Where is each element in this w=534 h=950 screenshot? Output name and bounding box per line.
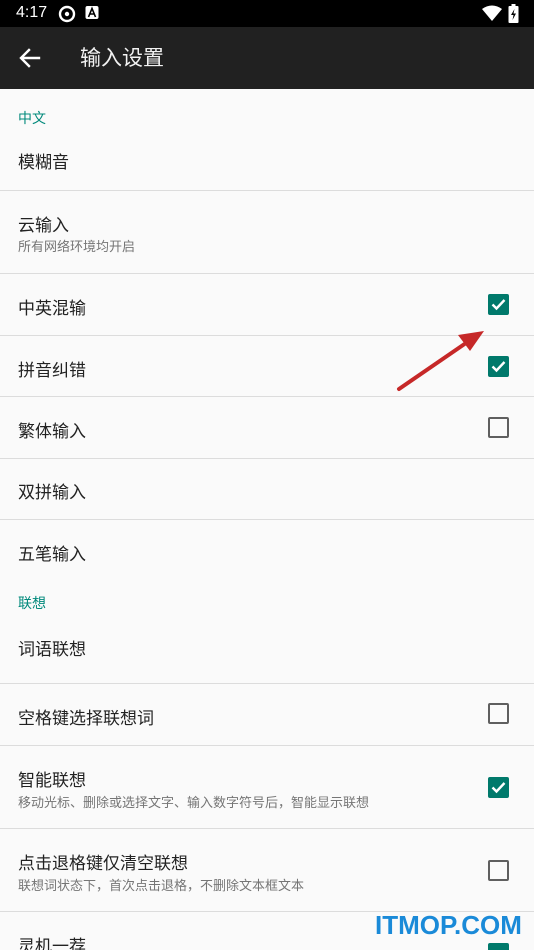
category-chinese: 中文 — [18, 111, 46, 127]
pref-cloud-input[interactable]: 云输入 所有网络环境均开启 — [0, 191, 534, 274]
pref-title: 云输入 — [18, 216, 69, 236]
pref-smart-association[interactable]: 智能联想 移动光标、删除或选择文字、输入数字符号后，智能显示联想 — [0, 746, 534, 829]
check-icon — [491, 299, 506, 311]
checkbox-checked[interactable] — [488, 777, 509, 798]
watermark: ITMOP.COM — [375, 910, 522, 940]
status-bar: 4:17 — [0, 0, 534, 27]
pref-title: 点击退格键仅清空联想 — [18, 854, 188, 874]
pref-title: 模糊音 — [18, 153, 69, 173]
pref-mixed-cn-en[interactable]: 中英混输 — [0, 274, 534, 336]
checkbox-checked[interactable] — [488, 356, 509, 377]
pref-title: 空格键选择联想词 — [18, 709, 154, 729]
pref-word-association[interactable]: 词语联想 — [0, 622, 534, 684]
app-bar: 输入设置 — [0, 27, 534, 89]
page-title: 输入设置 — [80, 46, 164, 70]
pref-pinyin-correction[interactable]: 拼音纠错 — [0, 336, 534, 397]
status-time: 4:17 — [16, 4, 48, 21]
wifi-icon — [482, 5, 502, 21]
pref-title: 拼音纠错 — [18, 361, 86, 381]
pref-title: 双拼输入 — [18, 483, 86, 503]
pref-wubi[interactable]: 五笔输入 — [0, 520, 534, 581]
check-icon — [491, 361, 506, 373]
pref-title: 繁体输入 — [18, 422, 86, 442]
pref-summary: 联想词状态下，首次点击退格，不删除文本框文本 — [18, 879, 305, 894]
pref-shuangpin[interactable]: 双拼输入 — [0, 459, 534, 520]
pref-fuzzy-pinyin[interactable]: 模糊音 — [0, 130, 534, 191]
back-arrow-icon[interactable] — [16, 44, 44, 72]
pref-summary: 所有网络环境均开启 — [18, 240, 136, 255]
pref-title: 智能联想 — [18, 771, 86, 791]
pref-title: 灵机一荐 — [18, 937, 86, 950]
settings-list: 中文 模糊音 云输入 所有网络环境均开启 中英混输 拼音纠错 繁体输入 双拼输入… — [0, 89, 534, 950]
battery-charging-icon — [508, 4, 519, 23]
checkbox-checked[interactable] — [488, 943, 509, 950]
sync-icon — [58, 5, 76, 23]
category-association: 联想 — [18, 596, 46, 612]
a-badge-icon — [85, 6, 99, 19]
pref-title: 中英混输 — [18, 299, 86, 319]
checkbox-checked[interactable] — [488, 294, 509, 315]
pref-summary: 移动光标、删除或选择文字、输入数字符号后，智能显示联想 — [18, 796, 370, 811]
pref-traditional-input[interactable]: 繁体输入 — [0, 397, 534, 459]
check-icon — [491, 782, 506, 794]
checkbox-unchecked[interactable] — [488, 703, 509, 724]
pref-title: 五笔输入 — [18, 545, 86, 565]
pref-space-select-association[interactable]: 空格键选择联想词 — [0, 684, 534, 746]
pref-backspace-clear-association[interactable]: 点击退格键仅清空联想 联想词状态下，首次点击退格，不删除文本框文本 — [0, 829, 534, 912]
pref-title: 词语联想 — [18, 640, 86, 660]
checkbox-unchecked[interactable] — [488, 417, 509, 438]
checkbox-unchecked[interactable] — [488, 860, 509, 881]
